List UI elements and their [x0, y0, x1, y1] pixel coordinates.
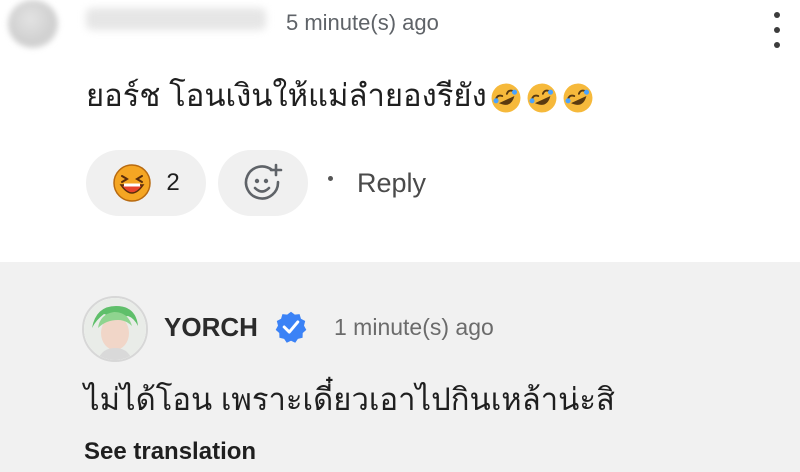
reply-username[interactable]: YORCH: [164, 312, 258, 343]
yorch-avatar[interactable]: [82, 296, 148, 362]
emoji-group: [489, 81, 595, 115]
more-options-icon[interactable]: [770, 12, 784, 48]
rofl-emoji-icon: [491, 83, 521, 113]
comment-text: ยอร์ช โอนเงินให้แม่ลำยองรียัง: [86, 70, 595, 120]
comment-timestamp: 5 minute(s) ago: [286, 10, 439, 35]
laughing-face-icon: [113, 164, 152, 202]
reply-text: ไม่ได้โอน เพราะเดี๋ยวเอาไปกินเหล้าน่ะสิ: [84, 382, 615, 417]
profile-photo: [84, 298, 146, 360]
see-translation-link[interactable]: See translation: [84, 438, 256, 466]
top-comment: 5 minute(s) ago ยอร์ช โอนเงินให้แม่ลำยอง…: [0, 0, 800, 262]
blurred-avatar[interactable]: [8, 0, 58, 48]
comment-body: ยอร์ช โอนเงินให้แม่ลำยองรียัง: [86, 78, 487, 113]
separator-dot: [328, 176, 333, 181]
verified-badge-icon: [275, 311, 307, 343]
reply-button[interactable]: Reply: [357, 168, 426, 199]
add-reaction-icon: [244, 163, 283, 200]
blurred-username[interactable]: [86, 8, 266, 30]
reaction-pill[interactable]: 2: [86, 150, 206, 216]
rofl-emoji-icon: [527, 83, 557, 113]
reaction-count: 2: [166, 169, 180, 196]
rofl-emoji-icon: [563, 83, 593, 113]
reply-timestamp: 1 minute(s) ago: [334, 314, 494, 340]
add-reaction-button[interactable]: [218, 150, 308, 216]
